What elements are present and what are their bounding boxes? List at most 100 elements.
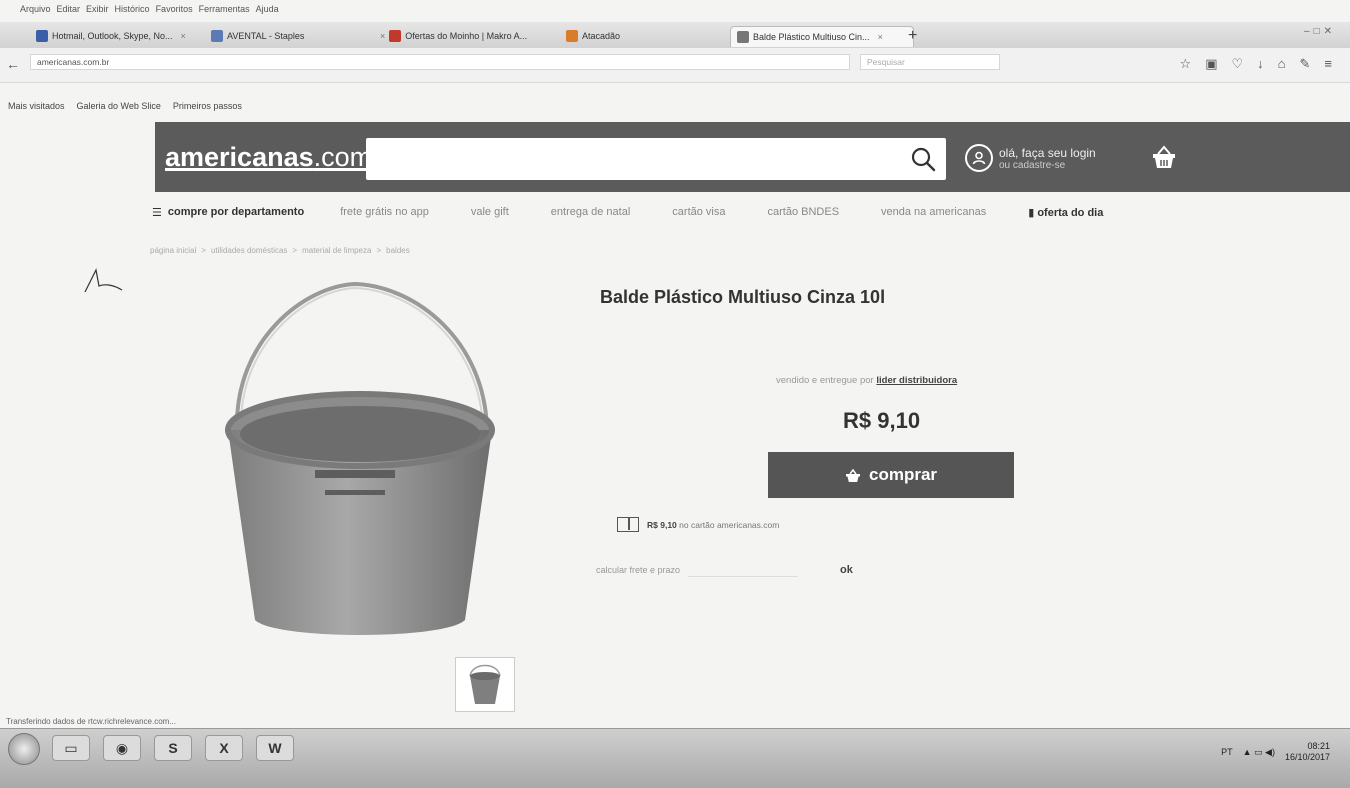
card-text: no cartão americanas.com <box>679 519 780 530</box>
cep-input[interactable] <box>688 562 799 577</box>
nav-cartao-bndes[interactable]: cartão BNDES <box>768 206 840 218</box>
nav-cartao-visa[interactable]: cartão visa <box>672 206 725 218</box>
explorer-icon[interactable]: ▭ <box>52 735 90 761</box>
register-text[interactable]: ou cadastre-se <box>999 160 1096 171</box>
nav-venda-americanas[interactable]: venda na americanas <box>881 206 986 218</box>
browser-tab-strip: Hotmail, Outlook, Skype, No... × AVENTAL… <box>0 22 1350 49</box>
clipboard-icon[interactable]: ▣ <box>1205 56 1217 72</box>
site-logo[interactable]: americanas.com <box>165 142 372 173</box>
clock-date: 16/10/2017 <box>1284 752 1330 762</box>
buy-button[interactable]: comprar <box>768 452 1014 498</box>
product-thumbnail[interactable] <box>455 657 515 712</box>
offer-label: oferta do dia <box>1037 206 1104 219</box>
breadcrumb-item[interactable]: página inicial <box>150 246 196 255</box>
browser-menu-bar: Arquivo Editar Exibir Histórico Favorito… <box>20 4 279 14</box>
tab-balde-plastico[interactable]: Balde Plástico Multiuso Cin... × <box>730 26 914 47</box>
bookmark-primeiros-passos[interactable]: Primeiros passos <box>173 101 242 111</box>
skype-icon[interactable]: S <box>154 735 192 761</box>
menu-favoritos[interactable]: Favoritos <box>156 4 193 14</box>
department-label: compre por departamento <box>167 206 305 218</box>
logo-main: americanas <box>165 142 314 172</box>
card-price: R$ 9,10 <box>647 519 677 530</box>
tab-atacadao[interactable]: Atacadão <box>560 26 732 46</box>
hamburger-icon: ☰ <box>152 206 162 219</box>
browser-search-input[interactable]: Pesquisar <box>860 54 1000 70</box>
nav-oferta-do-dia[interactable]: ▮ oferta do dia <box>1028 206 1103 219</box>
freight-calculator: calcular frete e prazo ok <box>596 562 853 577</box>
product-image[interactable] <box>215 280 495 650</box>
bookmark-web-slice[interactable]: Galeria do Web Slice <box>77 101 161 111</box>
start-button[interactable] <box>8 733 40 765</box>
breadcrumb-item[interactable]: baldes <box>386 246 410 255</box>
menu-historico[interactable]: Histórico <box>115 4 150 14</box>
new-tab-button[interactable]: + <box>908 27 917 45</box>
close-tab-icon[interactable]: × <box>878 32 883 42</box>
nav-vale-gift[interactable]: vale gift <box>471 206 509 218</box>
seller-link[interactable]: lider distribuidora <box>876 375 957 386</box>
excel-icon[interactable]: X <box>205 735 243 761</box>
logo-suffix: .com <box>313 142 373 172</box>
window-controls[interactable]: –□✕ <box>1304 26 1336 37</box>
makro-icon <box>389 30 402 42</box>
staples-icon <box>211 30 223 42</box>
account-login[interactable]: olá, faça seu login ou cadastre-se <box>965 144 1096 172</box>
word-icon[interactable]: W <box>256 735 294 761</box>
card-offer: R$ 9,10 no cartão americanas.com <box>617 517 779 532</box>
americanas-icon <box>737 31 749 43</box>
user-icon <box>965 144 993 172</box>
site-header: americanas.com olá, faça seu login ou ca… <box>155 122 1350 192</box>
tab-label: Ofertas do Moinho | Makro A... <box>405 31 528 41</box>
chrome-icon[interactable]: ◉ <box>103 735 141 761</box>
close-tab-icon[interactable]: × <box>181 31 186 41</box>
tab-label: Atacadão <box>582 31 621 41</box>
close-tab-icon[interactable]: × <box>380 31 385 41</box>
breadcrumb-item[interactable]: material de limpeza <box>302 246 371 255</box>
breadcrumb-item[interactable]: utilidades domésticas <box>211 246 287 255</box>
outlook-icon <box>36 30 48 42</box>
language-indicator[interactable]: PT <box>1221 747 1233 757</box>
browser-toolbar-icons: ☆ ▣ ♡ ↓ ⌂ ✎ ≡ <box>1180 56 1332 72</box>
bookmarks-bar: Mais visitados Galeria do Web Slice Prim… <box>8 101 242 111</box>
buy-label: comprar <box>868 465 938 484</box>
search-icon[interactable] <box>910 146 936 177</box>
freight-ok-button[interactable]: ok <box>840 564 853 576</box>
atacadao-icon <box>566 30 578 42</box>
product-price: R$ 9,10 <box>843 408 921 433</box>
menu-exibir[interactable]: Exibir <box>86 4 109 14</box>
menu-arquivo[interactable]: Arquivo <box>20 4 51 14</box>
credit-card-icon <box>617 517 639 532</box>
nav-entrega-natal[interactable]: entrega de natal <box>551 206 631 218</box>
bookmark-mais-visitados[interactable]: Mais visitados <box>8 101 65 111</box>
browser-nav-bar: ← americanas.com.br Pesquisar ☆ ▣ ♡ ↓ ⌂ … <box>0 48 1350 83</box>
home-icon[interactable]: ⌂ <box>1278 56 1286 72</box>
tab-makro[interactable]: × Ofertas do Moinho | Makro A... <box>370 26 562 46</box>
seller-prefix: vendido e entregue por <box>776 375 874 386</box>
pocket-icon[interactable]: ♡ <box>1231 56 1243 72</box>
hamburger-menu-icon[interactable]: ≡ <box>1324 56 1332 72</box>
star-icon[interactable]: ☆ <box>1180 56 1192 72</box>
clock[interactable]: 08:21 16/10/2017 <box>1285 741 1330 763</box>
browser-status-bar: Transferindo dados de rtcw.richrelevance… <box>6 717 177 726</box>
menu-ferramentas[interactable]: Ferramentas <box>199 4 250 14</box>
back-arrow-icon[interactable]: ← <box>6 56 20 72</box>
menu-ajuda[interactable]: Ajuda <box>256 4 279 14</box>
product-title: Balde Plástico Multiuso Cinza 10l <box>600 287 886 307</box>
department-menu[interactable]: ☰ compre por departamento <box>152 206 304 219</box>
tab-hotmail[interactable]: Hotmail, Outlook, Skype, No... × <box>30 26 207 46</box>
basket-icon <box>845 468 860 482</box>
site-search-input[interactable] <box>366 138 946 180</box>
menu-editar[interactable]: Editar <box>57 4 81 14</box>
basket-icon[interactable] <box>1150 144 1178 175</box>
download-icon[interactable]: ↓ <box>1257 56 1264 72</box>
extension-icon[interactable]: ✎ <box>1300 56 1311 72</box>
department-nav: ☰ compre por departamento frete grátis n… <box>152 200 1192 224</box>
windows-taskbar: ▭ ◉ S X W PT ▲ ▭ ◀) 08:21 16/10/2017 <box>0 728 1350 788</box>
tab-label: AVENTAL - Staples <box>227 31 305 41</box>
seller-info: vendido e entregue por lider distribuido… <box>776 375 957 386</box>
nav-frete-gratis[interactable]: frete grátis no app <box>340 206 429 218</box>
handwritten-mark <box>84 268 123 293</box>
tray-icons[interactable]: ▲ ▭ ◀) <box>1243 747 1275 758</box>
tab-avental-staples[interactable]: AVENTAL - Staples <box>205 26 377 46</box>
login-text[interactable]: olá, faça seu login <box>999 146 1096 160</box>
url-bar[interactable]: americanas.com.br <box>30 54 850 70</box>
